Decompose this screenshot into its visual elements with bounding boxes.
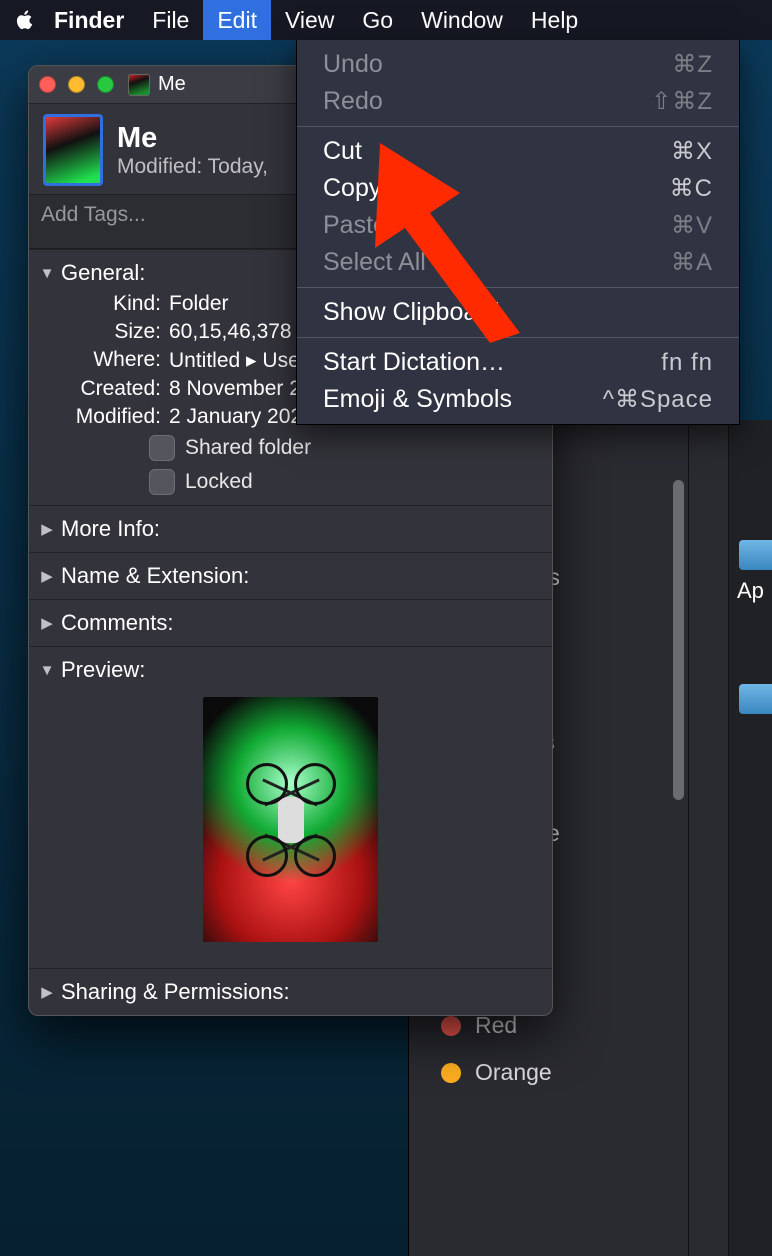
created-label: Created: xyxy=(39,377,169,401)
locked-checkbox[interactable] xyxy=(149,469,175,495)
menu-item-label: Redo xyxy=(323,87,383,116)
where-label: Where: xyxy=(39,348,169,373)
menu-item-shortcut: ⌘C xyxy=(670,174,713,203)
menu-item-label: Cut xyxy=(323,137,362,166)
kind-label: Kind: xyxy=(39,292,169,316)
menu-item-label: Copy xyxy=(323,174,381,203)
chevron-right-icon: ▶ xyxy=(39,520,55,538)
folder-thumbnail xyxy=(43,114,103,186)
titlebar-thumbnail xyxy=(128,74,150,96)
menu-app-name[interactable]: Finder xyxy=(40,0,138,40)
minimize-button[interactable] xyxy=(68,76,85,93)
section-comments: ▶ Comments: xyxy=(29,599,552,646)
finder-content-area: Ap xyxy=(728,420,772,1256)
close-button[interactable] xyxy=(39,76,56,93)
locked-row: Locked xyxy=(39,465,542,499)
preview-container xyxy=(39,687,542,962)
menu-go[interactable]: Go xyxy=(348,0,407,40)
size-label: Size: xyxy=(39,320,169,344)
scrollbar-thumb[interactable] xyxy=(673,480,684,800)
chevron-right-icon: ▶ xyxy=(39,614,55,632)
menu-window[interactable]: Window xyxy=(407,0,517,40)
menu-item-shortcut: ⌘V xyxy=(671,211,713,240)
folder-label: Ap xyxy=(729,578,772,604)
apple-menu[interactable] xyxy=(10,8,40,32)
menu-edit[interactable]: Edit xyxy=(203,0,271,40)
drone-icon xyxy=(278,785,304,855)
menu-item-label: Emoji & Symbols xyxy=(323,385,512,414)
tag-label: Red xyxy=(475,1012,517,1039)
chevron-right-icon: ▶ xyxy=(39,567,55,585)
menu-item-label: Show Clipboard xyxy=(323,298,500,327)
chevron-down-icon: ▼ xyxy=(39,662,55,679)
menu-item-label: Paste xyxy=(323,211,387,240)
section-header-name-ext[interactable]: ▶ Name & Extension: xyxy=(39,559,542,593)
section-header-more-info[interactable]: ▶ More Info: xyxy=(39,512,542,546)
menu-item-shortcut: fn fn xyxy=(661,349,713,377)
menu-redo[interactable]: Redo ⇧⌘Z xyxy=(297,83,739,120)
window-title: Me xyxy=(158,73,186,96)
section-preview: ▼ Preview: xyxy=(29,646,552,968)
menu-cut[interactable]: Cut ⌘X xyxy=(297,133,739,170)
menu-separator xyxy=(297,337,739,338)
menu-file[interactable]: File xyxy=(138,0,203,40)
chevron-down-icon: ▼ xyxy=(39,265,55,282)
edit-dropdown: Undo ⌘Z Redo ⇧⌘Z Cut ⌘X Copy ⌘C Paste ⌘V… xyxy=(296,40,740,425)
section-more-info: ▶ More Info: xyxy=(29,505,552,552)
tag-dot-icon xyxy=(441,1063,461,1083)
modified-label: Modified: xyxy=(39,405,169,429)
item-name: Me xyxy=(117,122,268,155)
section-sharing: ▶ Sharing & Permissions: xyxy=(29,968,552,1015)
menu-copy[interactable]: Copy ⌘C xyxy=(297,170,739,207)
section-header-sharing[interactable]: ▶ Sharing & Permissions: xyxy=(39,975,542,1009)
menu-item-shortcut: ⌘A xyxy=(671,248,713,277)
section-header-preview[interactable]: ▼ Preview: xyxy=(39,653,542,687)
menu-item-shortcut: ⌘X xyxy=(671,137,713,166)
tag-dot-icon xyxy=(441,1016,461,1036)
menu-item-label: Undo xyxy=(323,50,383,79)
menu-item-label: Select All xyxy=(323,248,426,277)
menu-emoji-symbols[interactable]: Emoji & Symbols ^⌘Space xyxy=(297,381,739,418)
item-modified: Modified: Today, xyxy=(117,155,268,179)
menu-separator xyxy=(297,126,739,127)
folder-icon[interactable] xyxy=(739,684,772,714)
sidebar-tag-orange[interactable]: Orange xyxy=(427,1049,670,1096)
menubar: Finder File Edit View Go Window Help xyxy=(0,0,772,40)
folder-icon[interactable] xyxy=(739,540,772,570)
shared-folder-checkbox[interactable] xyxy=(149,435,175,461)
menu-show-clipboard[interactable]: Show Clipboard xyxy=(297,294,739,331)
menu-start-dictation[interactable]: Start Dictation… fn fn xyxy=(297,344,739,381)
menu-item-shortcut: ⇧⌘Z xyxy=(651,87,713,116)
section-name-ext: ▶ Name & Extension: xyxy=(29,552,552,599)
zoom-button[interactable] xyxy=(97,76,114,93)
locked-label: Locked xyxy=(185,470,253,494)
traffic-lights xyxy=(39,76,114,93)
menu-paste[interactable]: Paste ⌘V xyxy=(297,207,739,244)
chevron-right-icon: ▶ xyxy=(39,983,55,1001)
section-header-comments[interactable]: ▶ Comments: xyxy=(39,606,542,640)
menu-select-all[interactable]: Select All ⌘A xyxy=(297,244,739,281)
menu-item-label: Start Dictation… xyxy=(323,348,505,377)
menu-undo[interactable]: Undo ⌘Z xyxy=(297,46,739,83)
menu-separator xyxy=(297,287,739,288)
menu-item-shortcut: ^⌘Space xyxy=(603,385,713,414)
menu-help[interactable]: Help xyxy=(517,0,592,40)
menu-item-shortcut: ⌘Z xyxy=(672,50,713,79)
menu-view[interactable]: View xyxy=(271,0,348,40)
preview-image xyxy=(203,697,378,942)
shared-folder-row: Shared folder xyxy=(39,431,542,465)
tag-label: Orange xyxy=(475,1059,552,1086)
shared-folder-label: Shared folder xyxy=(185,436,311,460)
